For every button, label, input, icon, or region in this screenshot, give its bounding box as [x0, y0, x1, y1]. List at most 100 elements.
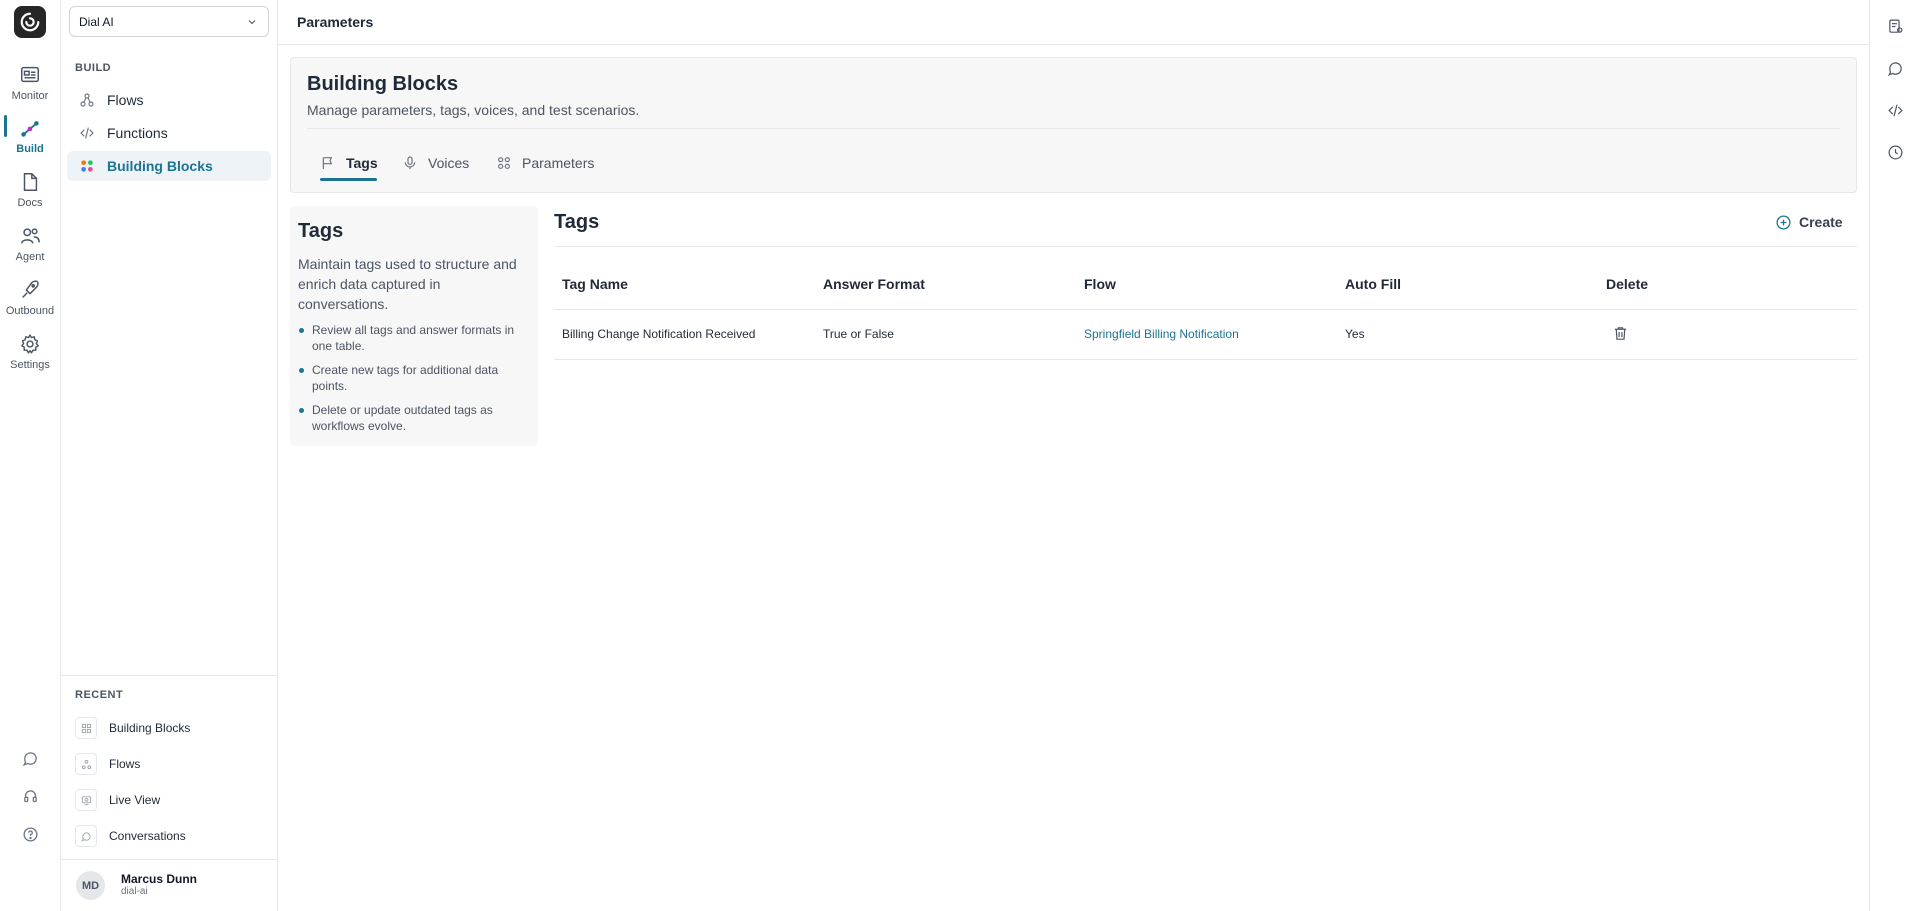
docs-icon — [23, 173, 38, 191]
rail-item-agent[interactable]: Agent — [0, 221, 60, 271]
rail-item-label: Build — [16, 143, 44, 155]
flag-icon — [322, 157, 333, 169]
table-title-divider — [554, 246, 1857, 247]
rail-item-label: Monitor — [11, 90, 49, 102]
chat-icon — [22, 751, 37, 766]
table-header-divider — [554, 309, 1857, 310]
build-section-label: BUILD — [75, 62, 112, 74]
column-header-flow: Flow — [1084, 276, 1116, 292]
chat-support-button[interactable] — [0, 743, 60, 773]
headset-button[interactable] — [0, 781, 60, 811]
info-bullet: Create new tags for additional data poin… — [298, 362, 530, 394]
sidebar-item-label: Building Blocks — [107, 158, 213, 174]
user-name: Marcus Dunn — [121, 872, 198, 886]
cell-flow-link[interactable]: Springfield Billing Notification — [1084, 327, 1239, 341]
app-logo[interactable] — [14, 6, 46, 38]
recent-item-label: Building Blocks — [109, 721, 191, 735]
clock-icon — [1888, 145, 1902, 159]
card-divider — [307, 128, 1840, 129]
recent-section-label: RECENT — [75, 689, 124, 701]
recent-item-conversations[interactable]: Conversations — [75, 824, 186, 848]
info-bullet: Delete or update outdated tags as workfl… — [298, 402, 530, 434]
sidebar-divider — [61, 675, 278, 676]
create-label: Create — [1799, 214, 1843, 230]
tags-info-panel: Tags Maintain tags used to structure and… — [290, 206, 538, 446]
user-org: dial-ai — [121, 886, 148, 897]
table-row-divider — [554, 359, 1857, 360]
sidebar: Dial AI BUILD Flows Functions Building B… — [61, 0, 278, 911]
code-icon — [1887, 104, 1903, 116]
page-title: Parameters — [297, 14, 374, 30]
rail-item-outbound[interactable]: Outbound — [0, 275, 60, 325]
rail-item-label: Agent — [15, 251, 45, 263]
info-title: Tags — [298, 220, 344, 242]
rail-item-docs[interactable]: Docs — [0, 167, 60, 217]
flows-icon — [81, 759, 91, 769]
rail-item-build[interactable]: Build — [0, 113, 60, 163]
history-button[interactable] — [1884, 141, 1906, 163]
mic-icon — [404, 156, 416, 169]
column-header-tag-name: Tag Name — [562, 276, 628, 292]
contact-list-icon — [1888, 19, 1902, 33]
recent-item-flows[interactable]: Flows — [75, 752, 140, 776]
recent-item-label: Live View — [109, 793, 161, 807]
flows-icon — [80, 93, 94, 107]
chevron-down-icon — [248, 20, 256, 25]
sidebar-item-flows[interactable]: Flows — [67, 85, 271, 115]
trash-icon — [1614, 326, 1626, 340]
grid-icon — [81, 723, 91, 733]
create-tag-button[interactable]: Create — [1775, 211, 1843, 233]
monitor-icon — [21, 66, 39, 83]
chat-icon — [80, 831, 91, 841]
build-icon — [21, 121, 39, 137]
column-header-answer-format: Answer Format — [823, 276, 925, 292]
column-header-auto-fill: Auto Fill — [1345, 276, 1401, 292]
tab-label: Voices — [428, 155, 470, 171]
tab-tags[interactable]: Tags — [320, 148, 378, 178]
plus-circle-icon — [1776, 214, 1791, 230]
avatar[interactable]: MD — [76, 871, 105, 900]
recent-item-icon — [75, 717, 97, 739]
gear-icon — [20, 333, 40, 354]
recent-item-icon — [75, 825, 97, 847]
active-tab-indicator — [320, 178, 377, 181]
icon-rail: Monitor Build Docs Agent Outbound Settin… — [0, 0, 61, 911]
cell-auto-fill: Yes — [1345, 327, 1365, 341]
info-description: Maintain tags used to structure and enri… — [298, 256, 517, 312]
top-bar: Parameters — [278, 0, 1870, 45]
contacts-button[interactable] — [1884, 15, 1906, 37]
recent-item-building-blocks[interactable]: Building Blocks — [75, 716, 190, 740]
tab-parameters[interactable]: Parameters — [496, 148, 594, 178]
agent-icon — [21, 228, 40, 244]
blocks-icon — [81, 160, 93, 172]
building-blocks-card: Building Blocks Manage parameters, tags,… — [290, 57, 1857, 193]
section-subtitle: Manage parameters, tags, voices, and tes… — [307, 102, 640, 118]
sidebar-item-building-blocks[interactable]: Building Blocks — [67, 151, 271, 181]
sidebar-item-label: Flows — [107, 92, 144, 108]
help-button[interactable] — [0, 819, 60, 849]
rail-item-label: Outbound — [5, 305, 55, 317]
workspace-name: Dial AI — [79, 14, 114, 29]
code-icon — [80, 127, 94, 139]
code-view-button[interactable] — [1884, 99, 1906, 121]
sidebar-item-label: Functions — [107, 125, 168, 141]
rail-item-settings[interactable]: Settings — [0, 329, 60, 379]
comments-button[interactable] — [1884, 57, 1906, 79]
info-bullet: Review all tags and answer formats in on… — [298, 322, 530, 354]
live-view-icon — [81, 795, 91, 805]
cell-tag-name: Billing Change Notification Received — [562, 327, 756, 341]
delete-tag-button[interactable] — [1610, 323, 1630, 343]
rail-item-monitor[interactable]: Monitor — [0, 60, 60, 110]
sidebar-item-functions[interactable]: Functions — [67, 118, 271, 148]
recent-item-live-view[interactable]: Live View — [75, 788, 160, 812]
recent-item-icon — [75, 753, 97, 775]
user-divider — [61, 859, 278, 860]
rail-item-label: Settings — [10, 359, 50, 371]
recent-item-icon — [75, 789, 97, 811]
section-title: Building Blocks — [307, 73, 459, 95]
workspace-select[interactable]: Dial AI — [69, 6, 269, 37]
help-icon — [22, 826, 38, 842]
tags-table-title: Tags — [554, 211, 600, 233]
tab-voices[interactable]: Voices — [402, 148, 469, 178]
recent-item-label: Conversations — [109, 829, 186, 843]
